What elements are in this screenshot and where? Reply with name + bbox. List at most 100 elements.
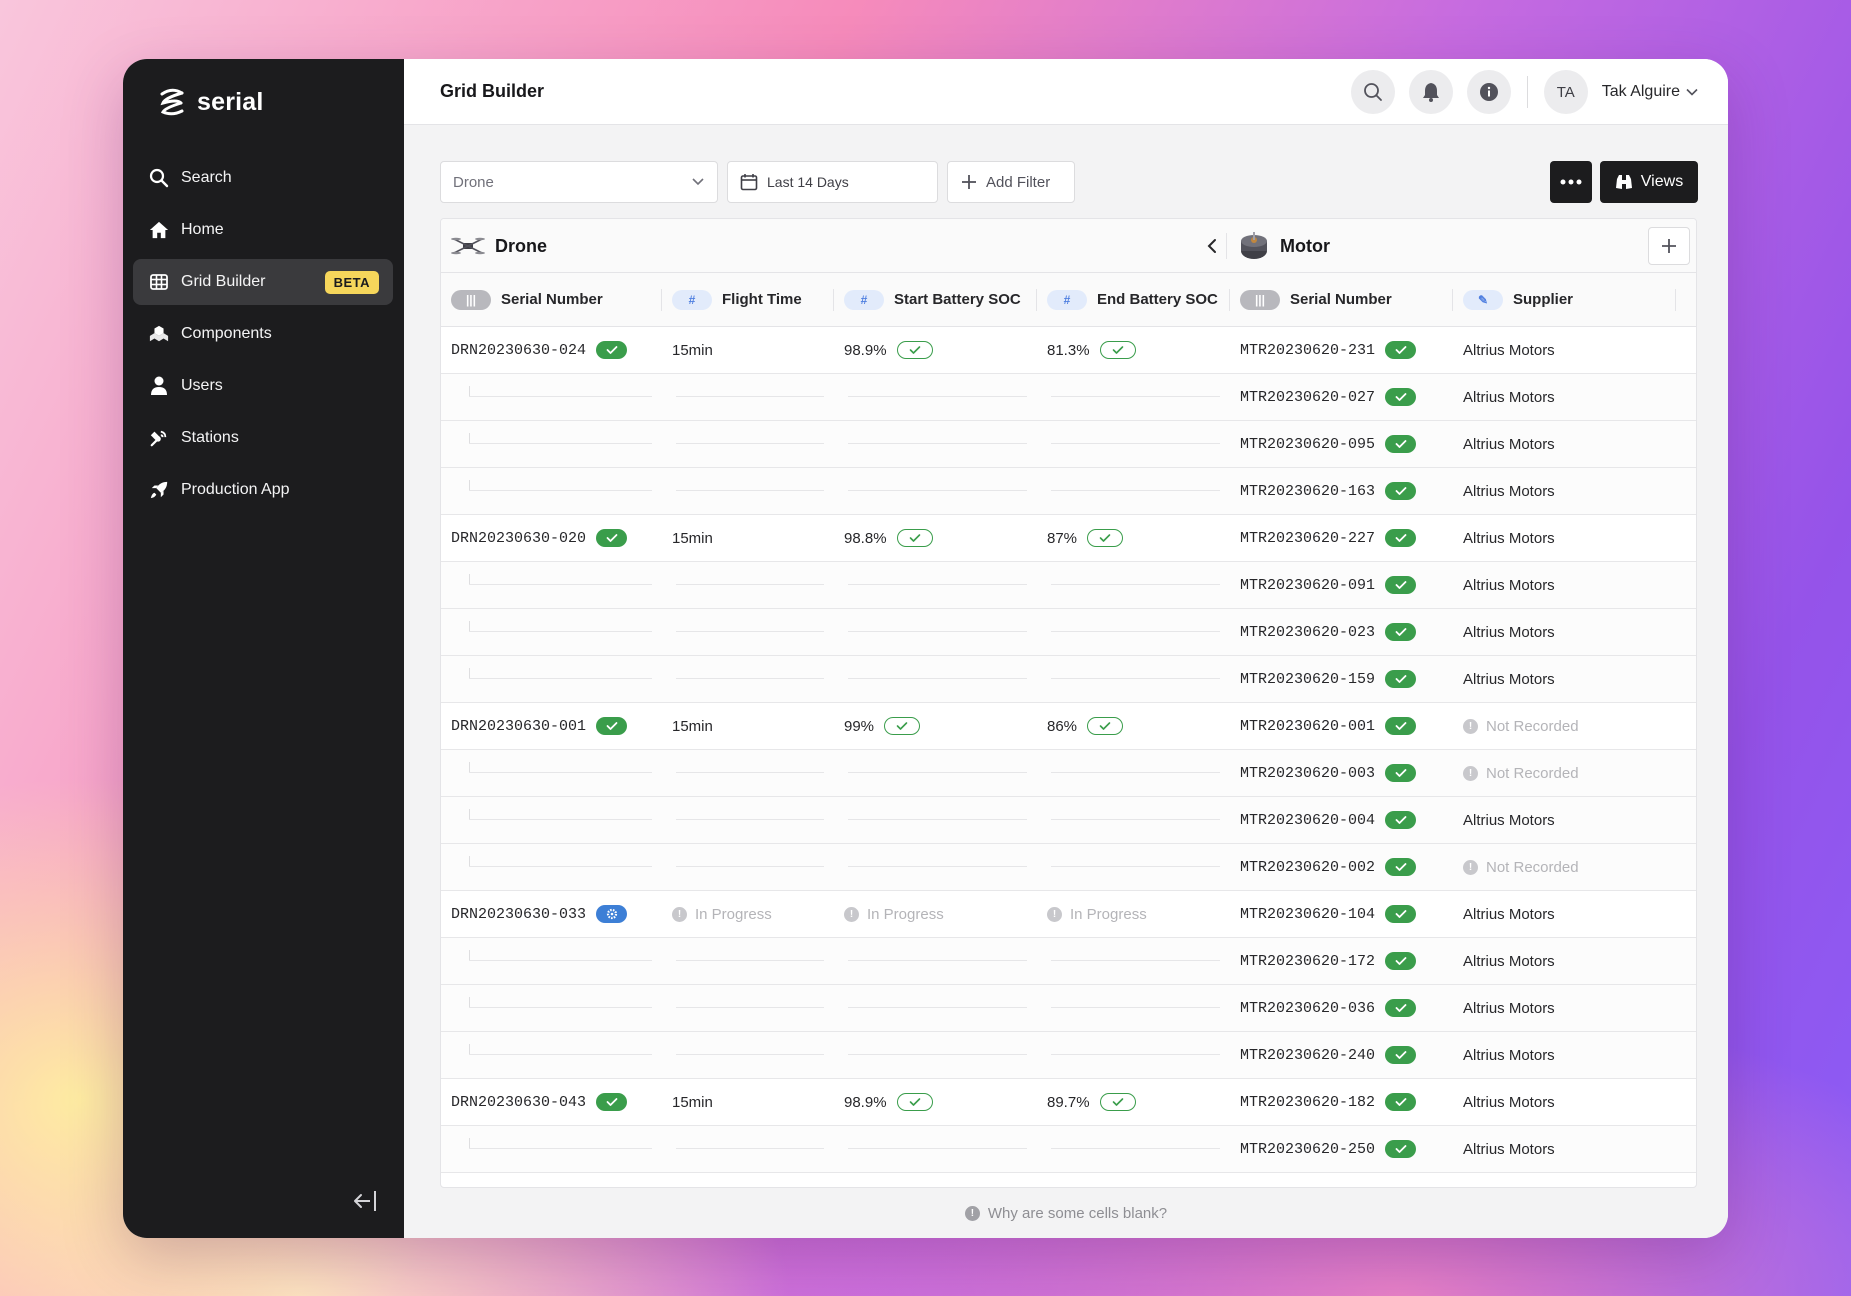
table-row[interactable]: MTR20230620-091 Altrius Motors (441, 562, 1696, 609)
sidebar-item-grid-builder[interactable]: Grid Builder BETA (133, 259, 393, 305)
motor-serial-cell[interactable]: MTR20230620-163 (1230, 468, 1453, 514)
sidebar-item-users[interactable]: Users (133, 363, 393, 409)
table-row[interactable]: MTR20230620-250 Altrius Motors (441, 1126, 1696, 1173)
supplier-cell[interactable]: Altrius Motors (1453, 374, 1676, 420)
motor-serial-cell[interactable]: MTR20230620-159 (1230, 656, 1453, 702)
column-header-flight-time[interactable]: # Flight Time (662, 273, 834, 326)
table-row[interactable]: DRN20230630-001 15min 99% 86% MTR20230620-00… (441, 703, 1696, 750)
table-row[interactable]: MTR20230620-036 Altrius Motors (441, 985, 1696, 1032)
missing-value-cell[interactable]: ! Not Recorded (1453, 750, 1676, 796)
table-row[interactable]: MTR20230620-095 Altrius Motors (441, 421, 1696, 468)
missing-value-cell[interactable]: ! In Progress (834, 891, 1037, 937)
views-button[interactable]: Views (1600, 161, 1698, 203)
motor-serial-cell[interactable]: MTR20230620-095 (1230, 421, 1453, 467)
supplier-cell[interactable]: Altrius Motors (1453, 1126, 1676, 1172)
flight-time-cell[interactable]: 15min (662, 327, 834, 373)
sidebar-item-components[interactable]: Components (133, 311, 393, 357)
column-header-end-soc[interactable]: # End Battery SOC (1037, 273, 1230, 326)
start-soc-cell[interactable]: 98.9% (834, 1079, 1037, 1125)
missing-value-cell[interactable]: ! In Progress (1037, 891, 1230, 937)
table-row[interactable]: MTR20230620-159 Altrius Motors (441, 656, 1696, 703)
blank-cells-hint[interactable]: ! Why are some cells blank? (404, 1205, 1728, 1222)
table-row[interactable]: DRN20230630-024 15min 98.9% 81.3% MTR2023062… (441, 327, 1696, 374)
table-row[interactable]: MTR20230620-172 Altrius Motors (441, 938, 1696, 985)
table-row[interactable]: DRN20230630-033! In Progress! In Progress!… (441, 891, 1696, 938)
column-header-drone-serial[interactable]: ||| Serial Number (441, 273, 662, 326)
column-header-motor-serial[interactable]: ||| Serial Number (1230, 273, 1453, 326)
drone-serial-cell[interactable]: DRN20230630-001 (441, 703, 662, 749)
sidebar-item-production-app[interactable]: Production App (133, 467, 393, 513)
table-row[interactable]: MTR20230620-004 Altrius Motors (441, 797, 1696, 844)
motor-serial-cell[interactable]: MTR20230620-231 (1230, 327, 1453, 373)
table-row[interactable]: DRN20230630-043 15min 98.9% 89.7% MTR2023062… (441, 1079, 1696, 1126)
motor-serial-cell[interactable]: MTR20230620-240 (1230, 1032, 1453, 1078)
supplier-cell[interactable]: Altrius Motors (1453, 609, 1676, 655)
add-column-button[interactable] (1648, 227, 1690, 265)
motor-serial-cell[interactable]: MTR20230620-001 (1230, 703, 1453, 749)
table-row[interactable]: MTR20230620-027 Altrius Motors (441, 374, 1696, 421)
end-soc-cell[interactable]: 89.7% (1037, 1079, 1230, 1125)
motor-serial-cell[interactable]: MTR20230620-182 (1230, 1079, 1453, 1125)
motor-serial-cell[interactable]: MTR20230620-027 (1230, 374, 1453, 420)
supplier-cell[interactable]: Altrius Motors (1453, 656, 1676, 702)
drone-serial-cell[interactable]: DRN20230630-043 (441, 1079, 662, 1125)
motor-serial-cell[interactable]: MTR20230620-003 (1230, 750, 1453, 796)
drone-serial-cell[interactable]: DRN20230630-020 (441, 515, 662, 561)
supplier-cell[interactable]: Altrius Motors (1453, 562, 1676, 608)
motor-serial-cell[interactable]: MTR20230620-004 (1230, 797, 1453, 843)
component-select[interactable]: Drone (440, 161, 718, 203)
table-row[interactable]: MTR20230620-002! Not Recorded (441, 844, 1696, 891)
more-options-button[interactable] (1550, 161, 1592, 203)
add-filter-button[interactable]: Add Filter (947, 161, 1075, 203)
supplier-cell[interactable]: Altrius Motors (1453, 468, 1676, 514)
table-row[interactable]: MTR20230620-023 Altrius Motors (441, 609, 1696, 656)
drone-serial-cell[interactable]: DRN20230630-033 (441, 891, 662, 937)
supplier-cell[interactable]: Altrius Motors (1453, 421, 1676, 467)
supplier-cell[interactable]: Altrius Motors (1453, 327, 1676, 373)
motor-serial-cell[interactable]: MTR20230620-104 (1230, 891, 1453, 937)
avatar[interactable]: TA (1543, 70, 1588, 114)
collapse-sidebar-button[interactable] (350, 1186, 380, 1216)
column-header-start-soc[interactable]: # Start Battery SOC (834, 273, 1037, 326)
missing-value-cell[interactable]: ! In Progress (662, 891, 834, 937)
date-range-picker[interactable]: Last 14 Days (727, 161, 938, 203)
flight-time-cell[interactable]: 15min (662, 703, 834, 749)
flight-time-cell[interactable]: 15min (662, 515, 834, 561)
end-soc-cell[interactable]: 86% (1037, 703, 1230, 749)
start-soc-cell[interactable]: 98.8% (834, 515, 1037, 561)
motor-serial-cell[interactable]: MTR20230620-023 (1230, 609, 1453, 655)
collapse-group-button[interactable] (1200, 234, 1224, 258)
missing-value-cell[interactable]: ! Not Recorded (1453, 844, 1676, 890)
drone-serial-cell[interactable]: DRN20230630-024 (441, 327, 662, 373)
missing-value-cell[interactable]: ! Not Recorded (1453, 703, 1676, 749)
column-header-supplier[interactable]: ✎ Supplier (1453, 273, 1676, 326)
end-soc-cell[interactable]: 81.3% (1037, 327, 1230, 373)
table-row[interactable]: MTR20230620-240 Altrius Motors (441, 1032, 1696, 1079)
sidebar-item-stations[interactable]: Stations (133, 415, 393, 461)
supplier-cell[interactable]: Altrius Motors (1453, 938, 1676, 984)
motor-serial-cell[interactable]: MTR20230620-091 (1230, 562, 1453, 608)
supplier-cell[interactable]: Altrius Motors (1453, 797, 1676, 843)
sidebar-item-search[interactable]: Search (133, 155, 393, 201)
table-row[interactable]: DRN20230630-020 15min 98.8% 87% MTR20230620-… (441, 515, 1696, 562)
table-row[interactable]: MTR20230620-163 Altrius Motors (441, 468, 1696, 515)
global-search-button[interactable] (1350, 70, 1395, 114)
start-soc-cell[interactable]: 99% (834, 703, 1037, 749)
supplier-cell[interactable]: Altrius Motors (1453, 891, 1676, 937)
motor-serial-cell[interactable]: MTR20230620-036 (1230, 985, 1453, 1031)
motor-serial-cell[interactable]: MTR20230620-227 (1230, 515, 1453, 561)
motor-serial-cell[interactable]: MTR20230620-002 (1230, 844, 1453, 890)
motor-serial-cell[interactable]: MTR20230620-250 (1230, 1126, 1453, 1172)
notifications-button[interactable] (1408, 70, 1453, 114)
supplier-cell[interactable]: Altrius Motors (1453, 1032, 1676, 1078)
logo[interactable]: serial (155, 85, 264, 119)
table-row[interactable]: MTR20230620-003! Not Recorded (441, 750, 1696, 797)
flight-time-cell[interactable]: 15min (662, 1079, 834, 1125)
info-button[interactable] (1466, 70, 1511, 114)
end-soc-cell[interactable]: 87% (1037, 515, 1230, 561)
motor-serial-cell[interactable]: MTR20230620-172 (1230, 938, 1453, 984)
supplier-cell[interactable]: Altrius Motors (1453, 1079, 1676, 1125)
supplier-cell[interactable]: Altrius Motors (1453, 985, 1676, 1031)
supplier-cell[interactable]: Altrius Motors (1453, 515, 1676, 561)
user-menu[interactable]: Tak Alguire (1602, 83, 1698, 101)
